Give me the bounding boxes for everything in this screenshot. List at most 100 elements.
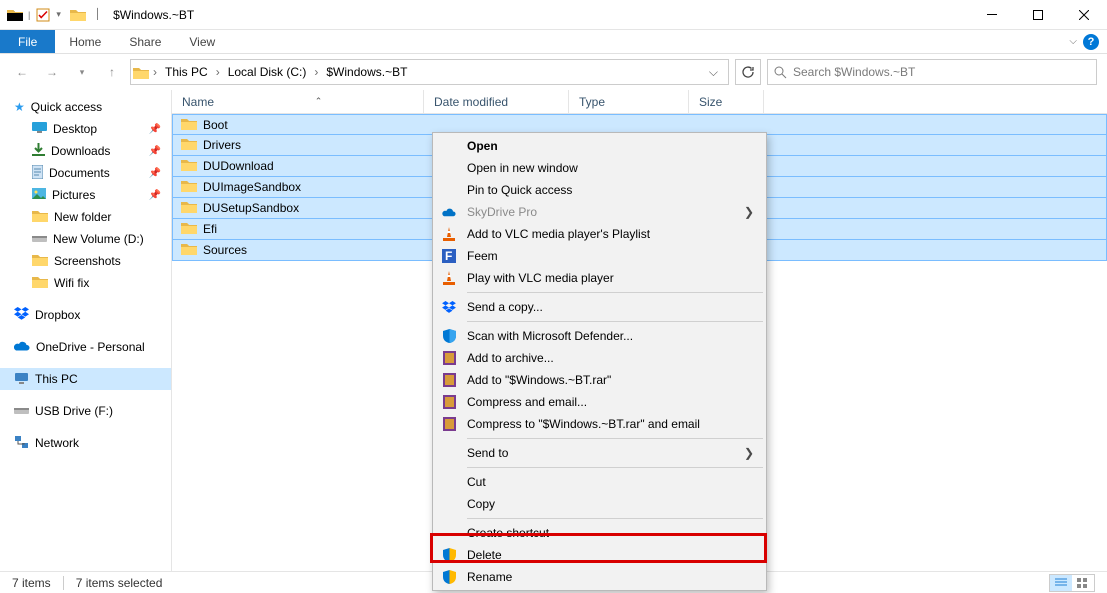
- cm-open-new[interactable]: Open in new window: [435, 157, 764, 179]
- cm-open[interactable]: Open: [435, 135, 764, 157]
- chevron-down-icon[interactable]: ▾: [56, 9, 61, 20]
- folder-icon: [67, 4, 89, 26]
- tab-file[interactable]: File: [0, 30, 55, 53]
- sidebar-network[interactable]: Network: [0, 432, 171, 454]
- sidebar-item[interactable]: Documents📌: [0, 162, 171, 184]
- tab-share[interactable]: Share: [115, 30, 175, 53]
- dropbox-icon: [14, 307, 29, 323]
- cm-label: Open in new window: [467, 161, 578, 175]
- sort-indicator-icon: ⌃: [214, 96, 423, 107]
- divider-icon: [63, 576, 64, 590]
- search-input[interactable]: Search $Windows.~BT: [767, 59, 1097, 85]
- separator: [467, 438, 763, 439]
- sidebar-label: Wifi fix: [54, 276, 89, 290]
- breadcrumb-sep-icon[interactable]: ›: [151, 65, 159, 79]
- cm-archive[interactable]: Add to archive...: [435, 347, 764, 369]
- cm-label: Add to VLC media player's Playlist: [467, 227, 650, 241]
- cm-vlc-play[interactable]: Play with VLC media player: [435, 267, 764, 289]
- separator: [467, 518, 763, 519]
- folder-icon: [181, 221, 197, 237]
- sidebar-label: New Volume (D:): [53, 232, 144, 246]
- cm-comp-rar-email[interactable]: Compress to "$Windows.~BT.rar" and email: [435, 413, 764, 435]
- sidebar-quick-access[interactable]: ★ Quick access: [0, 96, 171, 118]
- sidebar-label: Documents: [49, 166, 110, 180]
- cm-vlc-playlist[interactable]: Add to VLC media player's Playlist: [435, 223, 764, 245]
- cm-comp-email[interactable]: Compress and email...: [435, 391, 764, 413]
- refresh-button[interactable]: [735, 59, 761, 85]
- cm-skydrive[interactable]: SkyDrive Pro❯: [435, 201, 764, 223]
- details-view-button[interactable]: [1050, 575, 1072, 591]
- item-icon: [32, 143, 45, 159]
- cm-defender[interactable]: Scan with Microsoft Defender...: [435, 325, 764, 347]
- cm-delete[interactable]: Delete: [435, 544, 764, 566]
- maximize-button[interactable]: [1015, 0, 1061, 30]
- sidebar-item[interactable]: Wifi fix: [0, 272, 171, 294]
- properties-qat-icon[interactable]: [32, 4, 54, 26]
- sidebar-usb[interactable]: USB Drive (F:): [0, 400, 171, 422]
- cm-cut[interactable]: Cut: [435, 471, 764, 493]
- cm-label: Copy: [467, 497, 495, 511]
- divider-icon: │: [95, 9, 101, 20]
- cm-label: Cut: [467, 475, 486, 489]
- window-controls: [969, 0, 1107, 30]
- sidebar-item[interactable]: New Volume (D:): [0, 228, 171, 250]
- breadcrumb[interactable]: Local Disk (C:): [224, 65, 311, 79]
- back-button[interactable]: ←: [10, 60, 34, 84]
- drive-icon: [14, 404, 29, 418]
- feem-icon: F: [441, 248, 457, 264]
- cm-sendto[interactable]: Send to❯: [435, 442, 764, 464]
- address-bar[interactable]: › This PC › Local Disk (C:) › $Windows.~…: [130, 59, 729, 85]
- tab-home[interactable]: Home: [55, 30, 115, 53]
- sidebar-item[interactable]: Downloads📌: [0, 140, 171, 162]
- sidebar-dropbox[interactable]: Dropbox: [0, 304, 171, 326]
- svg-text:F: F: [445, 249, 452, 263]
- cm-label: Scan with Microsoft Defender...: [467, 329, 633, 343]
- forward-button[interactable]: →: [40, 60, 64, 84]
- file-name: DUSetupSandbox: [203, 201, 299, 215]
- cm-label: Open: [467, 139, 498, 153]
- close-button[interactable]: [1061, 0, 1107, 30]
- address-dropdown-icon[interactable]: ⌵: [701, 65, 726, 80]
- cm-send-copy[interactable]: Send a copy...: [435, 296, 764, 318]
- sidebar-onedrive[interactable]: OneDrive - Personal: [0, 336, 171, 358]
- icons-view-button[interactable]: [1072, 575, 1094, 591]
- separator: [467, 467, 763, 468]
- sidebar-item[interactable]: New folder: [0, 206, 171, 228]
- cm-copy[interactable]: Copy: [435, 493, 764, 515]
- sidebar-item[interactable]: Pictures📌: [0, 184, 171, 206]
- cm-shortcut[interactable]: Create shortcut: [435, 522, 764, 544]
- sidebar-item[interactable]: Screenshots: [0, 250, 171, 272]
- sidebar-label: USB Drive (F:): [35, 404, 113, 418]
- col-type[interactable]: Type: [569, 90, 689, 113]
- ribbon-expand-icon[interactable]: ⌵: [1069, 36, 1077, 47]
- cm-label: Compress and email...: [467, 395, 587, 409]
- address-bar-row: ← → ▾ ↑ › This PC › Local Disk (C:) › $W…: [0, 54, 1107, 90]
- breadcrumb-sep-icon[interactable]: ›: [214, 65, 222, 79]
- quick-access-toolbar: | ▾ │: [0, 4, 109, 26]
- tab-view[interactable]: View: [175, 30, 229, 53]
- col-date[interactable]: Date modified: [424, 90, 569, 113]
- cm-pin-qa[interactable]: Pin to Quick access: [435, 179, 764, 201]
- help-icon[interactable]: ?: [1083, 34, 1099, 50]
- sidebar-this-pc[interactable]: This PC: [0, 368, 171, 390]
- cm-add-rar[interactable]: Add to "$Windows.~BT.rar": [435, 369, 764, 391]
- sidebar-item[interactable]: Desktop📌: [0, 118, 171, 140]
- breadcrumb[interactable]: $Windows.~BT: [322, 65, 411, 79]
- item-icon: [32, 232, 47, 246]
- file-name: Efi: [203, 222, 217, 236]
- cloud-icon: [14, 340, 30, 354]
- minimize-button[interactable]: [969, 0, 1015, 30]
- folder-icon: [181, 200, 197, 216]
- breadcrumb-sep-icon[interactable]: ›: [312, 65, 320, 79]
- up-button[interactable]: ↑: [100, 60, 124, 84]
- file-name: DUImageSandbox: [203, 180, 301, 194]
- vlc-icon: [441, 226, 457, 242]
- sidebar-label: OneDrive - Personal: [36, 340, 145, 354]
- cm-rename[interactable]: Rename: [435, 566, 764, 588]
- cm-feem[interactable]: F Feem: [435, 245, 764, 267]
- col-size[interactable]: Size: [689, 90, 764, 113]
- breadcrumb[interactable]: This PC: [161, 65, 212, 79]
- cm-label: Send a copy...: [467, 300, 543, 314]
- recent-locations-button[interactable]: ▾: [70, 60, 94, 84]
- col-name[interactable]: Name ⌃: [172, 90, 424, 113]
